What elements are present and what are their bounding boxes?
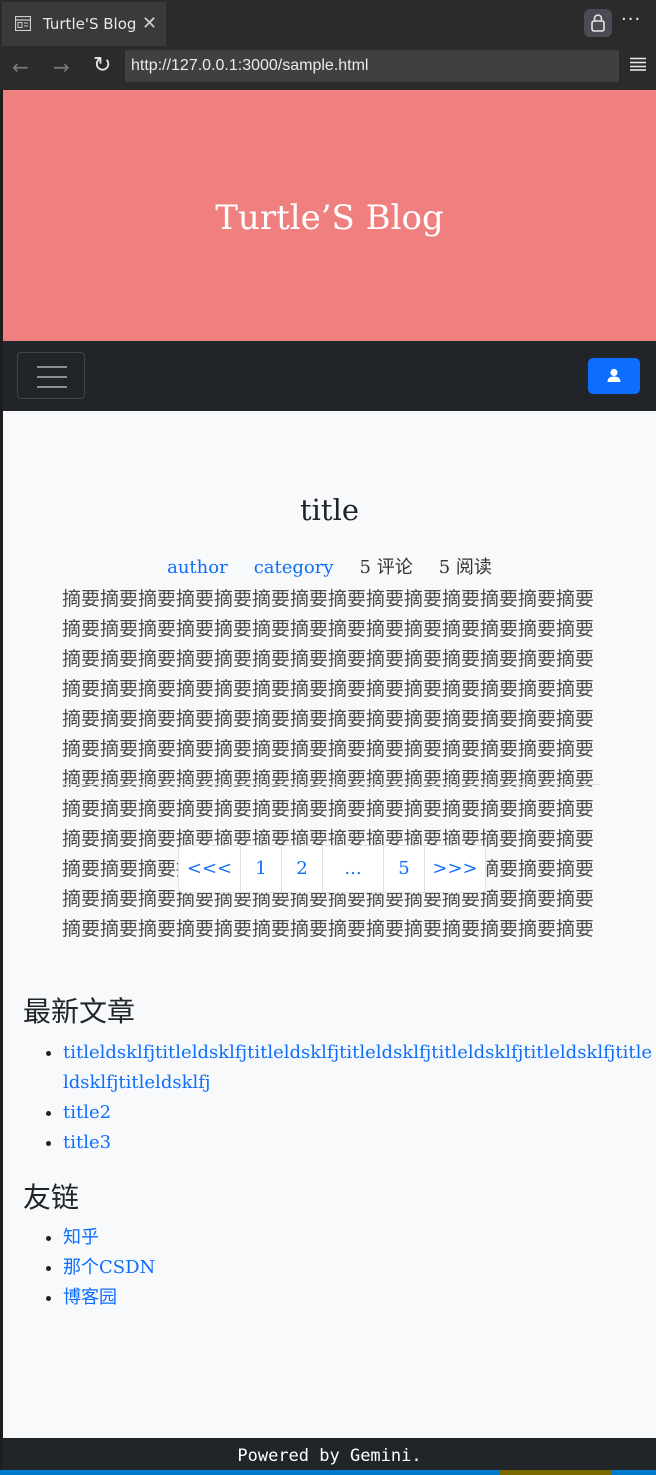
latest-post-link[interactable]: title3 (63, 1132, 111, 1153)
pagination-page-5[interactable]: 5 (383, 846, 424, 892)
hamburger-line (37, 376, 67, 378)
back-arrow-icon[interactable]: ← (12, 55, 29, 79)
browser-toolbar: ← → ↻ http://127.0.0.1:3000/sample.html (0, 46, 656, 90)
comment-count: 5 评论 (359, 557, 413, 578)
latest-post-link[interactable]: titleldsklfjtitleldsklfjtitleldsklfjtitl… (63, 1042, 652, 1093)
user-icon (607, 368, 621, 382)
address-bar[interactable]: http://127.0.0.1:3000/sample.html (125, 50, 619, 82)
site-navbar (3, 341, 656, 411)
navbar-toggler-button[interactable] (17, 352, 85, 399)
category-link[interactable]: category (254, 557, 334, 578)
hamburger-line (37, 366, 67, 368)
pagination-page-2[interactable]: 2 (281, 846, 322, 892)
page: Turtle’S Blog title author category 5 评论 5 … (3, 90, 656, 1475)
pagination-next[interactable]: >>> (424, 846, 485, 892)
friend-links-heading: 友链 (23, 1181, 80, 1214)
status-strip-segment (500, 1470, 612, 1475)
post-title: title (299, 493, 360, 527)
lock-button[interactable] (584, 9, 612, 37)
site-title: Turtle’S Blog (215, 198, 444, 238)
list-item: 博客园 (63, 1283, 653, 1313)
list-item: title2 (63, 1098, 653, 1128)
reload-icon[interactable]: ↻ (93, 53, 111, 78)
list-item: 那个CSDN (63, 1253, 653, 1283)
list-item: 知乎 (63, 1223, 653, 1253)
list-item: title3 (63, 1128, 653, 1158)
browser-tab-bar: Turtle'S Blog ✕ ··· (0, 0, 656, 46)
friend-link[interactable]: 知乎 (63, 1227, 99, 1248)
hero-banner: Turtle’S Blog (3, 90, 656, 341)
hamburger-line (37, 386, 67, 388)
friend-link[interactable]: 那个CSDN (63, 1257, 155, 1278)
address-bar-url: http://127.0.0.1:3000/sample.html (131, 57, 369, 74)
author-link[interactable]: author (167, 557, 228, 578)
menu-icon[interactable] (630, 57, 646, 71)
friend-link[interactable]: 博客园 (63, 1287, 117, 1308)
footer-text: Powered by Gemini. (237, 1446, 422, 1466)
divider (62, 784, 600, 785)
more-options-icon[interactable]: ··· (621, 9, 641, 30)
read-count: 5 阅读 (438, 557, 492, 578)
friend-links-list: 知乎 那个CSDN 博客园 (23, 1223, 653, 1313)
latest-posts-heading: 最新文章 (23, 995, 136, 1028)
browser-tab[interactable]: Turtle'S Blog ✕ (2, 2, 166, 46)
user-button[interactable] (588, 358, 640, 394)
pagination-ellipsis[interactable]: ... (322, 846, 383, 892)
latest-post-link[interactable]: title2 (63, 1102, 111, 1123)
site-footer: Powered by Gemini. (3, 1438, 656, 1470)
list-item: titleldsklfjtitleldsklfjtitleldsklfjtitl… (63, 1038, 653, 1098)
forward-arrow-icon[interactable]: → (53, 55, 70, 79)
pagination-prev[interactable]: <<< (179, 846, 240, 892)
pagination: <<< 1 2 ... 5 >>> (178, 845, 486, 893)
pagination-page-1[interactable]: 1 (240, 846, 281, 892)
page-icon (15, 16, 31, 31)
post-meta: author category 5 评论 5 阅读 (3, 553, 656, 579)
latest-posts-list: titleldsklfjtitleldsklfjtitleldsklfjtitl… (23, 1038, 653, 1158)
lock-icon (591, 14, 605, 32)
close-icon[interactable]: ✕ (142, 13, 157, 34)
tab-title: Turtle'S Blog (43, 15, 137, 33)
